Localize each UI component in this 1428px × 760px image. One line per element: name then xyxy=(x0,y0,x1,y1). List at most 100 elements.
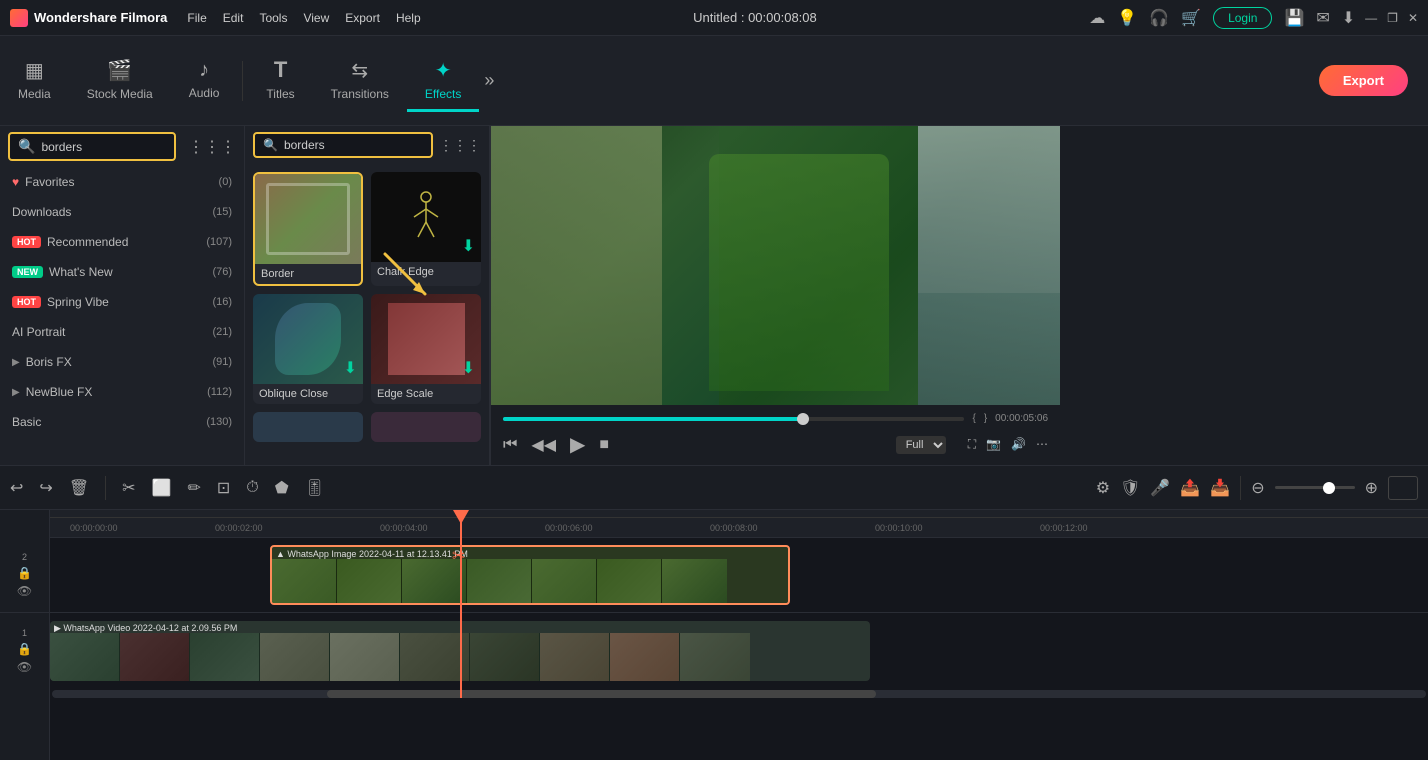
menu-help[interactable]: Help xyxy=(396,11,421,25)
toolbar-more-button[interactable]: » xyxy=(484,70,494,91)
fullscreen-icon[interactable]: ⛶ xyxy=(968,437,976,452)
menu-tools[interactable]: Tools xyxy=(259,11,287,25)
mail-icon[interactable]: ✉ xyxy=(1316,8,1329,28)
scrollbar-thumb[interactable] xyxy=(327,690,877,698)
ruler-spacer xyxy=(0,510,49,538)
step-back-button[interactable]: ◀◀ xyxy=(531,435,556,455)
redo-button[interactable]: ↪ xyxy=(39,478,52,498)
sidebar-item-count: (15) xyxy=(212,206,232,218)
quality-selector[interactable]: Full 1/2 1/4 xyxy=(896,436,946,454)
ts-12: 00:00:12:00 xyxy=(1040,523,1088,533)
export-button[interactable]: Export xyxy=(1319,65,1408,96)
save-icon[interactable]: 💾 xyxy=(1284,8,1304,28)
play-button[interactable]: ▶ xyxy=(570,432,585,457)
timer-button[interactable]: ⏱ xyxy=(246,479,258,497)
zoom-out-button[interactable]: ⊖ xyxy=(1251,478,1264,498)
download-icon[interactable]: ⬇ xyxy=(1342,8,1355,28)
hot-badge: HOT xyxy=(12,296,41,308)
effect-card-partial-1[interactable] xyxy=(253,412,363,442)
effect-card-border[interactable]: Border xyxy=(253,172,363,286)
toolbar-separator xyxy=(242,61,243,101)
effect-card-partial-2[interactable] xyxy=(371,412,481,442)
toolbar-effects[interactable]: ✦ Effects xyxy=(407,50,479,112)
zoom-in-button[interactable]: ⊕ xyxy=(1365,478,1378,498)
keyframe-button[interactable]: ⬟ xyxy=(275,478,289,498)
tl-mic-icon[interactable]: 🎤 xyxy=(1150,478,1170,498)
track2-lock-icon[interactable]: 🔒 xyxy=(17,566,32,580)
effect-card-oblique-close[interactable]: ⬇ Oblique Close xyxy=(253,294,363,404)
effect-label-oblique: Oblique Close xyxy=(253,384,363,404)
sidebar-item-whatsnew[interactable]: NEW What's New (76) xyxy=(0,257,244,287)
menu-export[interactable]: Export xyxy=(345,11,380,25)
tl-import-icon[interactable]: 📥 xyxy=(1210,478,1230,498)
effects-grid-icon[interactable]: ⋮⋮⋮ xyxy=(439,137,481,154)
effect-card-edge-scale[interactable]: ⬇ Edge Scale xyxy=(371,294,481,404)
progress-knob[interactable] xyxy=(797,413,809,425)
video-content xyxy=(491,126,1060,405)
delete-button[interactable]: 🗑 xyxy=(69,478,89,498)
sidebar-item-ai-portrait[interactable]: AI Portrait (21) xyxy=(0,317,244,347)
headset-icon[interactable]: 🎧 xyxy=(1149,8,1169,28)
tl-shield-icon[interactable]: 🛡 xyxy=(1120,478,1140,498)
more-icon[interactable]: ⋯ xyxy=(1036,437,1048,452)
tl-export-icon[interactable]: 📤 xyxy=(1180,478,1200,498)
sidebar-item-newblue-fx[interactable]: ▶ NewBlue FX (112) xyxy=(0,377,244,407)
zoom-knob[interactable] xyxy=(1323,482,1335,494)
screenshot-icon[interactable]: 📷 xyxy=(986,437,1001,452)
crop-button[interactable]: ⬜ xyxy=(152,478,172,498)
toolbar-titles[interactable]: T Titles xyxy=(248,49,312,112)
undo-button[interactable]: ↩ xyxy=(10,478,23,498)
cloud-icon[interactable]: ☁ xyxy=(1089,8,1105,28)
grid-view-button[interactable]: ⋮⋮⋮ xyxy=(188,137,236,157)
sidebar-item-label: Basic xyxy=(12,415,206,429)
search-input[interactable] xyxy=(41,140,166,154)
effects-search-icon: 🔍 xyxy=(263,138,278,152)
draw-button[interactable]: ✏ xyxy=(187,478,200,498)
sidebar-item-label: NewBlue FX xyxy=(26,385,207,399)
horizontal-scrollbar[interactable] xyxy=(52,690,1426,698)
toolbar-stock-media[interactable]: 🎬 Stock Media xyxy=(69,50,171,112)
track2-clip[interactable]: ▲ WhatsApp Image 2022-04-11 at 12.13.41 … xyxy=(270,545,790,605)
download-icon: ⬇ xyxy=(462,236,475,256)
sidebar: 🔍 ⋮⋮⋮ ♥ Favorites (0) Downloads (15) HOT… xyxy=(0,126,245,465)
effects-search-input[interactable] xyxy=(284,138,423,152)
menu-edit[interactable]: Edit xyxy=(223,11,244,25)
track2-eye-icon[interactable]: 👁 xyxy=(17,584,32,598)
zoom-slider[interactable] xyxy=(1275,486,1355,489)
stop-button[interactable]: ■ xyxy=(599,436,609,454)
group-button[interactable]: ⊡ xyxy=(217,478,230,498)
sidebar-item-downloads[interactable]: Downloads (15) xyxy=(0,197,244,227)
cut-button[interactable]: ✂ xyxy=(122,478,135,498)
menu-file[interactable]: File xyxy=(187,11,206,25)
bulb-icon[interactable]: 💡 xyxy=(1117,8,1137,28)
rewind-button[interactable]: ⏮ xyxy=(503,436,517,454)
audio-button[interactable]: 🎚 xyxy=(305,478,325,498)
maximize-button[interactable]: ❐ xyxy=(1387,11,1398,25)
volume-icon[interactable]: 🔊 xyxy=(1011,437,1026,452)
expand-arrow-icon: ▶ xyxy=(12,387,20,398)
vframe-3 xyxy=(190,633,260,681)
toolbar-media[interactable]: ▦ Media xyxy=(0,50,69,112)
cart-icon[interactable]: 🛒 xyxy=(1181,8,1201,28)
progress-track[interactable] xyxy=(503,417,964,421)
preview-controls: { } 00:00:05:06 ⏮ ◀◀ ▶ ■ Full 1/2 1/4 ⛶ … xyxy=(491,405,1060,465)
sidebar-item-recommended[interactable]: HOT Recommended (107) xyxy=(0,227,244,257)
sidebar-item-basic[interactable]: Basic (130) xyxy=(0,407,244,437)
track1-lock-icon[interactable]: 🔒 xyxy=(17,642,32,656)
sidebar-item-boris-fx[interactable]: ▶ Boris FX (91) xyxy=(0,347,244,377)
toolbar-audio[interactable]: ♪ Audio xyxy=(171,51,238,111)
sidebar-item-count: (107) xyxy=(206,236,232,248)
track1-eye-icon[interactable]: 👁 xyxy=(17,660,32,674)
sidebar-item-count: (16) xyxy=(212,296,232,308)
toolbar-transitions[interactable]: ⇆ Transitions xyxy=(313,50,407,112)
tl-settings-icon[interactable]: ⚙ xyxy=(1096,478,1110,498)
close-button[interactable]: ✕ xyxy=(1408,11,1418,25)
minimize-button[interactable]: — xyxy=(1365,11,1377,25)
frame-2 xyxy=(337,559,402,605)
sidebar-item-spring-vibe[interactable]: HOT Spring Vibe (16) xyxy=(0,287,244,317)
menu-view[interactable]: View xyxy=(303,11,329,25)
login-button[interactable]: Login xyxy=(1213,7,1272,29)
effect-thumbnail-edge-scale: ⬇ xyxy=(371,294,481,384)
expand-arrow-icon: ▶ xyxy=(12,357,20,368)
sidebar-item-favorites[interactable]: ♥ Favorites (0) xyxy=(0,167,244,197)
